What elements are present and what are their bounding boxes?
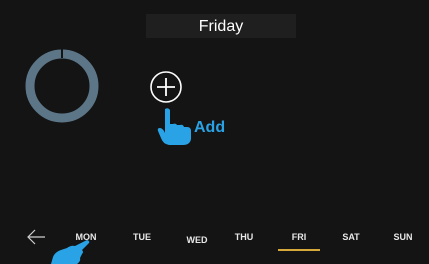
page-title: Friday [146, 14, 296, 38]
progress-ring-icon [25, 49, 99, 123]
add-label[interactable]: Add [194, 119, 225, 137]
screen: Friday Add MON TUE WED THU FRI SAT SUN [0, 0, 429, 264]
tab-sat[interactable]: SAT [337, 229, 365, 249]
pointing-hand-icon [51, 240, 90, 264]
tab-thu[interactable]: THU [230, 229, 258, 249]
pointing-hand-icon [157, 108, 191, 145]
add-button[interactable] [149, 70, 183, 104]
tab-sun[interactable]: SUN [389, 229, 417, 249]
tab-tue[interactable]: TUE [128, 229, 156, 249]
tab-fri[interactable]: FRI [278, 229, 320, 251]
tab-wed[interactable]: WED [182, 232, 212, 252]
back-arrow-icon[interactable] [26, 229, 46, 245]
